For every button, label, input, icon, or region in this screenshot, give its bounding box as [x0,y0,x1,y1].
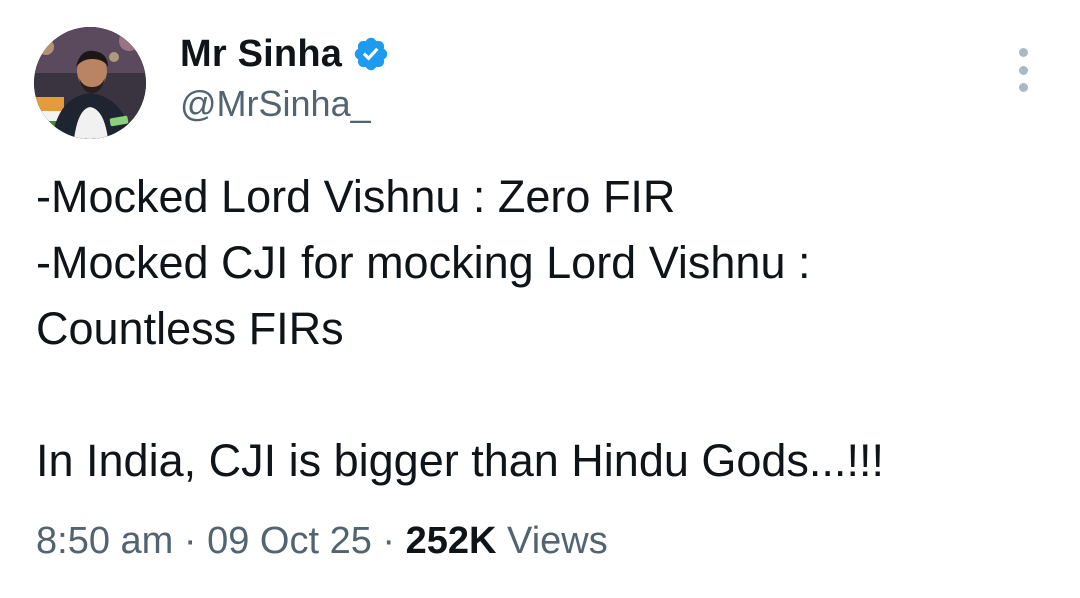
tweet-text: -Mocked Lord Vishnu : Zero FIR -Mocked C… [36,164,1046,494]
tweet-meta: 8:50 am · 09 Oct 25 · 252K Views [36,515,608,567]
author-name-row: Mr Sinha [180,30,390,78]
avatar[interactable] [34,27,146,139]
tweet-time[interactable]: 8:50 am [36,520,173,562]
views-label[interactable]: Views [507,520,608,562]
meta-separator: · [183,520,197,562]
avatar-image [34,27,146,139]
more-options-icon [1018,48,1028,57]
more-options-button[interactable] [1010,48,1036,92]
author-name[interactable]: Mr Sinha [180,33,342,76]
author-handle[interactable]: @MrSinha_ [180,82,371,126]
tweet-line: -Mocked CJI for mocking Lord Vishnu : [36,237,811,288]
more-options-icon [1018,83,1028,92]
views-count[interactable]: 252K [406,520,497,562]
meta-separator: · [382,520,396,562]
tweet-line: In India, CJI is bigger than Hindu Gods.… [36,435,884,486]
verified-badge-icon [352,35,390,73]
tweet-line: Countless FIRs [36,303,344,354]
tweet-line: -Mocked Lord Vishnu : Zero FIR [36,171,676,222]
tweet-date[interactable]: 09 Oct 25 [207,520,372,562]
tweet-card: Mr Sinha @MrSinha_ -Mocked Lord Vishnu :… [0,0,1080,598]
more-options-icon [1018,65,1028,75]
